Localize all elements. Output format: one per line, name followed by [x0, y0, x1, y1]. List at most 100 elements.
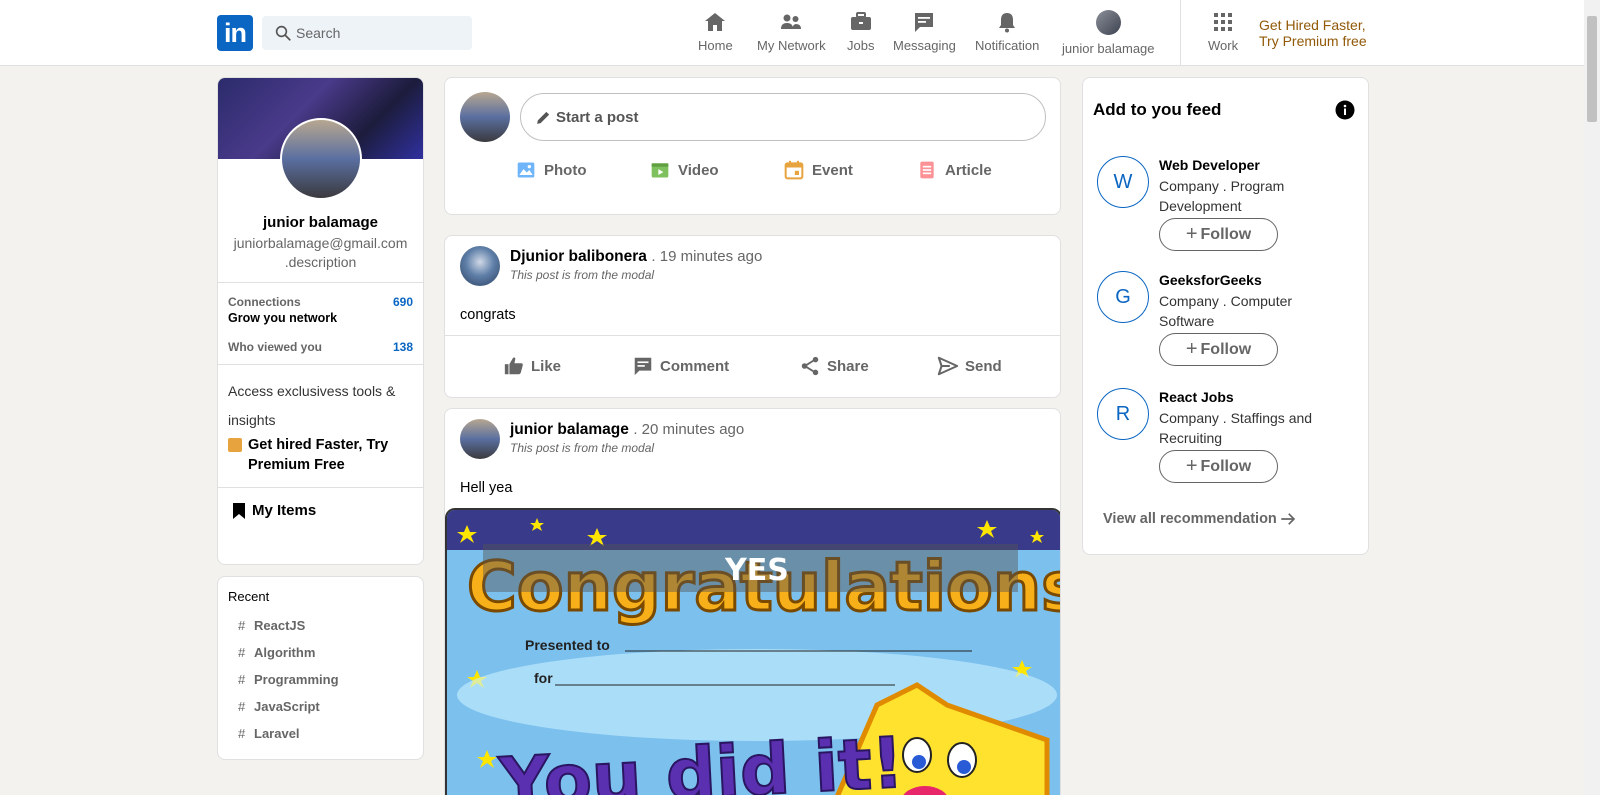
connections-count: 690 — [392, 295, 413, 309]
page-scrollbar[interactable] — [1584, 0, 1600, 795]
premium-cta-label: Get hired Faster, Try Premium Free — [248, 437, 389, 473]
hashtag-icon: # — [238, 726, 246, 741]
post-subtitle: This post is from the modal — [510, 441, 655, 455]
start-post-label: Start a post — [556, 108, 639, 126]
nav-home[interactable]: Home — [698, 10, 733, 58]
connections-label: Connections — [228, 295, 301, 309]
hashtag-icon: # — [238, 618, 246, 633]
nav-work-label: Work — [1208, 38, 1239, 53]
video-button[interactable]: Video — [650, 160, 719, 180]
post-author-name[interactable]: junior balamage — [510, 421, 629, 438]
hashtag-icon: # — [238, 645, 246, 660]
who-viewed-row[interactable]: Who viewed you 138 — [228, 340, 413, 354]
plus-icon: + — [1185, 455, 1198, 477]
search-bar[interactable] — [262, 16, 472, 50]
home-icon — [705, 13, 726, 31]
company-logo[interactable]: G — [1097, 271, 1149, 323]
share-box: Start a post Photo Video Event Article — [444, 77, 1061, 215]
recent-item-label: JavaScript — [254, 699, 320, 714]
post-text: congrats — [460, 307, 516, 323]
share-button[interactable]: Share — [799, 355, 869, 377]
profile-stats: Connections 690 Grow you network Who vie… — [218, 283, 423, 364]
recent-item[interactable]: # JavaScript — [228, 693, 413, 720]
send-button[interactable]: Send — [937, 355, 1002, 377]
search-input[interactable] — [296, 25, 456, 41]
profile-name[interactable]: junior balamage — [218, 214, 423, 231]
premium-section[interactable]: Access exclusivess tools & insights Get … — [218, 365, 423, 487]
company-description: Company . Staffings and Recruiting — [1159, 410, 1313, 446]
post-author-name[interactable]: Djunior balibonera — [510, 248, 647, 265]
divider — [445, 335, 1060, 336]
photo-button[interactable]: Photo — [516, 160, 587, 180]
profile-description: .description — [284, 254, 357, 270]
company-name[interactable]: Web Developer — [1159, 157, 1260, 173]
post-header: junior balamage . 20 minutes ago This po… — [510, 421, 744, 455]
calendar-icon — [784, 160, 804, 180]
recent-card: Recent # ReactJS # Algorithm # Programming … — [217, 576, 424, 760]
nav-jobs[interactable]: Jobs — [847, 10, 874, 58]
share-icon — [801, 356, 819, 376]
start-post-button[interactable]: Start a post — [520, 93, 1046, 141]
avatar — [460, 92, 510, 142]
event-label: Event — [812, 161, 853, 179]
recent-item-label: Algorithm — [254, 645, 316, 660]
image-for-label: for — [534, 670, 553, 686]
comment-label: Comment — [660, 357, 730, 375]
plus-icon: + — [1185, 223, 1198, 245]
event-button[interactable]: Event — [784, 160, 853, 180]
recent-item[interactable]: # Programming — [228, 666, 413, 693]
share-label: Share — [827, 357, 869, 375]
follow-button[interactable]: + Follow — [1159, 450, 1278, 483]
like-button[interactable]: Like — [503, 355, 561, 377]
follow-button[interactable]: + Follow — [1159, 333, 1278, 366]
try-premium-link[interactable]: Get Hired Faster, Try Premium free — [1259, 17, 1367, 49]
premium-cta[interactable]: Get hired Faster, Try Premium Free — [228, 435, 413, 475]
nav-profile[interactable]: junior balamage — [1062, 10, 1155, 58]
nav-work[interactable]: Work — [1208, 10, 1238, 58]
nav-my-network[interactable]: My Network — [757, 10, 826, 58]
premium-line-2: Try Premium free — [1259, 33, 1367, 49]
nav-home-label: Home — [698, 38, 733, 53]
recent-item[interactable]: # ReactJS — [228, 612, 413, 639]
profile-card: junior balamage juniorbalamage@gmail.com… — [217, 77, 424, 565]
profile-avatar[interactable] — [280, 118, 362, 200]
post-actions: Like Comment Share Send — [445, 355, 1060, 381]
nav-messaging[interactable]: Messaging — [893, 10, 956, 58]
nav-messaging-label: Messaging — [893, 38, 956, 53]
connections-row[interactable]: Connections 690 — [228, 295, 413, 309]
follow-button[interactable]: + Follow — [1159, 218, 1278, 251]
company-name[interactable]: React Jobs — [1159, 389, 1234, 405]
image-presented-label: Presented to — [525, 637, 610, 653]
recent-item[interactable]: # Algorithm — [228, 639, 413, 666]
my-items-link[interactable]: My Items — [218, 488, 423, 533]
feed-recommendation: W Web Developer Company . Program Develo… — [1097, 156, 1357, 266]
premium-line-1: Get Hired Faster, — [1259, 17, 1366, 33]
video-label: Video — [678, 161, 719, 179]
article-button[interactable]: Article — [917, 160, 992, 180]
info-icon[interactable] — [1335, 100, 1355, 120]
video-icon — [651, 163, 669, 178]
company-name[interactable]: GeeksforGeeks — [1159, 272, 1262, 288]
post-author-avatar[interactable] — [460, 246, 500, 286]
share-actions: Photo Video Event Article — [445, 160, 1060, 190]
company-logo[interactable]: R — [1097, 388, 1149, 440]
follow-label: Follow — [1200, 340, 1252, 358]
post-author-avatar[interactable] — [460, 419, 500, 459]
send-label: Send — [965, 357, 1002, 375]
image-overlay-text: YES — [724, 553, 789, 588]
recent-item[interactable]: # Laravel — [228, 720, 413, 747]
pencil-icon — [537, 111, 550, 124]
post-image[interactable]: Congratulations YES Presented to for You… — [445, 508, 1060, 795]
comment-button[interactable]: Comment — [632, 355, 729, 377]
feed-recommendation: G GeeksforGeeks Company . Computer Softw… — [1097, 271, 1357, 381]
linkedin-logo[interactable]: in — [217, 15, 253, 51]
thumbs-up-icon — [504, 357, 523, 375]
scrollbar-thumb[interactable] — [1587, 16, 1597, 122]
top-navbar: in Home My Network Jobs Messaging Notifi… — [0, 0, 1584, 66]
message-icon — [915, 13, 934, 32]
nav-notification[interactable]: Notification — [975, 10, 1039, 58]
post-timestamp: . 20 minutes ago — [633, 421, 745, 438]
company-logo[interactable]: W — [1097, 156, 1149, 208]
view-all-recommendations-link[interactable]: View all recommendation — [1103, 510, 1297, 528]
post-header: Djunior balibonera . 19 minutes ago This… — [510, 248, 762, 282]
